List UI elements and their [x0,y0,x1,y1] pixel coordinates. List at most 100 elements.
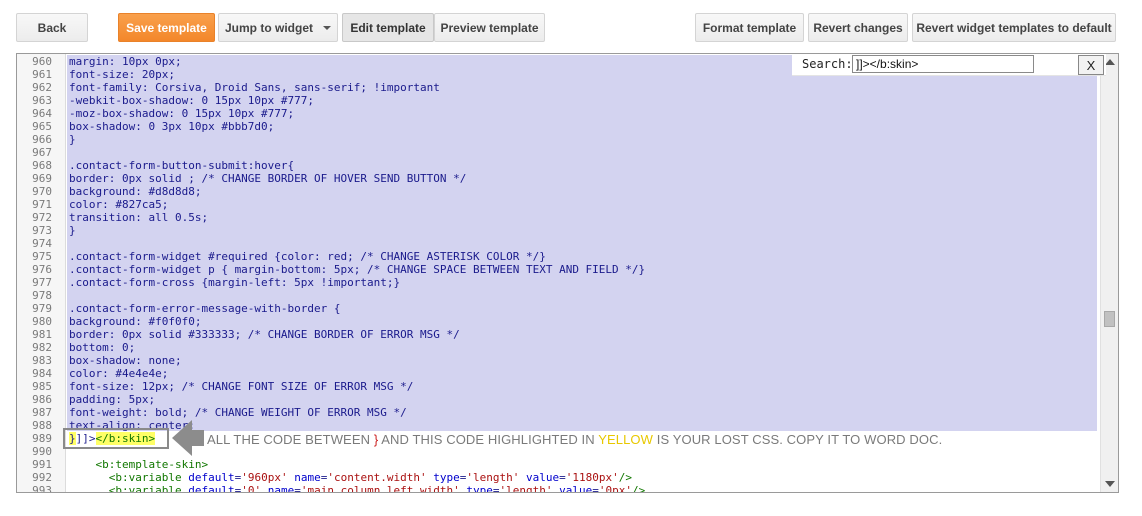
code-text: } [69,133,76,146]
line-number: 990 [32,445,52,458]
code-text: <b:variable default='0' name='main.colum… [69,484,646,493]
code-text: font-weight: bold; /* CHANGE WEIGHT OF E… [69,406,407,419]
code-text: border: 0px solid #333333; /* CHANGE BOR… [69,328,460,341]
line-number: 976 [32,263,52,276]
xml-tag-end: /> [632,484,646,493]
line-number: 977 [32,276,52,289]
code-text: .contact-form-cross {margin-left: 5px !i… [69,276,401,289]
code-text: } [69,224,76,237]
code-line: 976 .contact-form-widget p { margin-botto… [17,263,1100,276]
xml-attr-value: '960px' [241,471,288,484]
close-search-button[interactable]: X [1078,55,1104,75]
line-number: 983 [32,354,52,367]
code-line: 969 border: 0px solid ; /* CHANGE BORDER … [17,172,1100,185]
code-text: .contact-form-error-message-with-border … [69,302,341,315]
code-line: 974 [17,237,1100,250]
code-text: border: 0px solid ; /* CHANGE BORDER OF … [69,172,467,185]
line-number: 962 [32,81,52,94]
code-text: .contact-form-widget #required {color: r… [69,250,546,263]
line-number: 975 [32,250,52,263]
xml-attr-name: value [559,484,593,493]
xml-tag: <b:variable [108,471,182,484]
code-text: background: #d8d8d8; [69,185,202,198]
code-text: <b:template-skin> [69,458,209,471]
xml-attr-name: type [466,484,493,493]
save-template-button[interactable]: Save template [118,13,215,42]
scroll-up-icon[interactable] [1105,59,1115,65]
code-line: 964 -moz-box-shadow: 0 15px 10px #777; [17,107,1100,120]
line-number: 966 [32,133,52,146]
xml-attr-value: 'length' [499,484,553,493]
line-number: 985 [32,380,52,393]
xml-tag-end: /> [618,471,633,484]
code-text: margin: 10px 0px; [69,55,182,68]
code-line: 978 [17,289,1100,302]
code-line: 966} [17,133,1100,146]
left-arrow-icon [172,420,204,456]
line-number: 971 [32,198,52,211]
edit-template-button[interactable]: Edit template [342,13,434,42]
annotation-part2: AND THIS CODE HIGHLIGHTED IN [381,432,595,447]
xml-attr-name: name [267,484,295,493]
code-line: 991 <b:template-skin> [17,458,1100,471]
code-text: background: #f0f0f0; [69,315,202,328]
code-line: 980 background: #f0f0f0; [17,315,1100,328]
revert-widget-templates-button[interactable]: Revert widget templates to default [912,13,1116,42]
annotation-yellow-word: YELLOW [598,432,654,447]
line-number: 980 [32,315,52,328]
search-input[interactable] [852,55,1034,73]
xml-attr-value: 'main.column.left.width' [300,484,460,493]
chevron-down-icon [323,25,331,30]
line-number: 969 [32,172,52,185]
xml-attr-value: 'content.width' [327,471,427,484]
line-number: 970 [32,185,52,198]
xml-attr-value: '0' [241,484,262,493]
line-number: 973 [32,224,52,237]
xml-attr-name: type [433,471,460,484]
jump-to-widget-button[interactable]: Jump to widget [218,13,338,42]
revert-changes-button[interactable]: Revert changes [808,13,908,42]
code-line: 993 <b:variable default='0' name='main.c… [17,484,1100,493]
code-line: 992 <b:variable default='960px' name='co… [17,471,1100,484]
code-line: 971 color: #827ca5; [17,198,1100,211]
back-button[interactable]: Back [16,13,88,42]
line-number: 968 [32,159,52,172]
editor-scrollbar[interactable] [1100,54,1118,492]
annotation-highlight-box [63,428,169,449]
annotation-part3: IS YOUR LOST CSS. COPY IT TO WORD DOC. [656,432,943,447]
line-number: 982 [32,341,52,354]
code-line: 972 transition: all 0.5s; [17,211,1100,224]
jump-to-widget-label: Jump to widget [225,20,313,35]
code-line: 963 -webkit-box-shadow: 0 15px 10px #777; [17,94,1100,107]
code-text: padding: 5px; [69,393,156,406]
code-line: 984 color: #4e4e4e; [17,367,1100,380]
xml-attr-value: '0px' [598,484,633,493]
code-text: -moz-box-shadow: 0 15px 10px #777; [69,107,295,120]
code-text: box-shadow: 0 3px 10px #bbb7d0; [69,120,275,133]
code-line: 975 .contact-form-widget #required {color… [17,250,1100,263]
line-number: 988 [32,419,52,432]
scroll-thumb[interactable] [1104,311,1115,327]
annotation-text: ALL THE CODE BETWEEN } AND THIS CODE HIG… [207,432,942,447]
code-line: 967 [17,146,1100,159]
code-text: .contact-form-button-submit:hover{ [69,159,295,172]
line-number: 961 [32,68,52,81]
line-number: 978 [32,289,52,302]
line-number: 986 [32,393,52,406]
format-template-button[interactable]: Format template [695,13,804,42]
scroll-down-icon[interactable] [1105,481,1115,487]
code-line: 968 .contact-form-button-submit:hover{ [17,159,1100,172]
line-number: 974 [32,237,52,250]
code-line: 965 box-shadow: 0 3px 10px #bbb7d0; [17,120,1100,133]
search-bar: Search: X [792,54,1106,76]
code-text: .contact-form-widget p { margin-bottom: … [69,263,646,276]
xml-attr-value: '1180px' [565,471,619,484]
line-number: 992 [32,471,52,484]
code-line: 970 background: #d8d8d8; [17,185,1100,198]
xml-attr-name: value [526,471,560,484]
preview-template-button[interactable]: Preview template [434,13,545,42]
line-number: 967 [32,146,52,159]
code-text: font-size: 12px; /* CHANGE FONT SIZE OF … [69,380,414,393]
